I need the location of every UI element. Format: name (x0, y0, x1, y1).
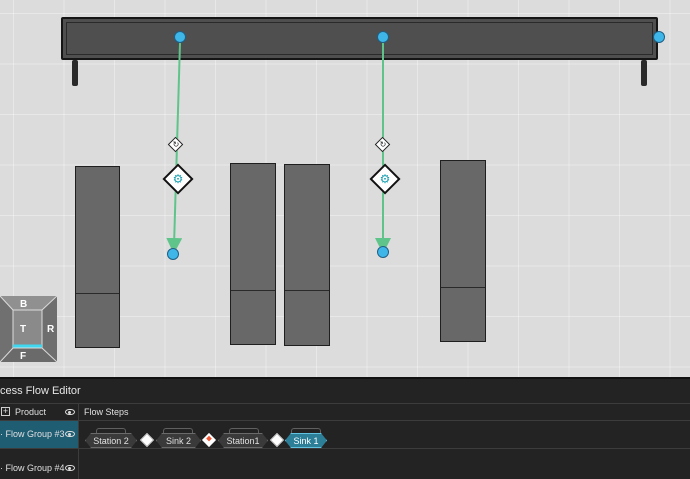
flow-group-row[interactable]: · Flow Group #4 (0, 448, 690, 479)
process-flow-editor: cess Flow Editor + Product Flow Steps · … (0, 377, 690, 479)
station-block[interactable] (230, 163, 276, 345)
chip-tab (291, 428, 321, 433)
flow-step-glyph: ↻ (379, 140, 387, 149)
flow-steps-label: Flow Steps (84, 407, 129, 417)
navcube-center-label: T (20, 324, 27, 335)
flow-end-node-2[interactable] (377, 246, 389, 258)
station-block[interactable] (440, 160, 486, 342)
flow-group-label: · Flow Group #3 (0, 429, 65, 439)
navcube-right-label: R (47, 324, 55, 335)
flow-group-row[interactable]: · Flow Group #3 Station 2 Sink 2 Station… (0, 420, 690, 448)
editor-title: cess Flow Editor (0, 385, 81, 397)
step-chip-station-2[interactable]: Station 2 (85, 433, 137, 448)
expand-icon[interactable]: + (1, 407, 10, 416)
product-label: Product (15, 407, 47, 417)
navigation-cube[interactable]: B T R F (0, 296, 57, 362)
navcube-bottom-label: F (20, 351, 27, 362)
chip-tab (229, 428, 259, 433)
step-chip-station1[interactable]: Station1 (218, 433, 268, 448)
station-block[interactable] (75, 166, 120, 348)
robot-arm-glyph: ⚙ (172, 172, 184, 186)
step-chip-sink-1[interactable]: Sink 1 (285, 433, 327, 448)
station-block[interactable] (284, 164, 330, 346)
robot-arm-glyph: ⚙ (379, 172, 391, 186)
step-chip-sink-2[interactable]: Sink 2 (156, 433, 201, 448)
eye-icon[interactable] (65, 465, 75, 471)
chip-tab (96, 428, 126, 433)
flow-step-glyph: ↻ (172, 140, 180, 149)
flow-end-node-1[interactable] (167, 248, 179, 260)
product-header: + Product (0, 404, 79, 420)
transfer-icon[interactable] (269, 432, 285, 448)
flow-group-cell-selected[interactable]: · Flow Group #3 (0, 421, 79, 448)
process-icon[interactable] (201, 432, 217, 448)
eye-icon[interactable] (65, 409, 75, 415)
flow-group-label: · Flow Group #4 (0, 463, 65, 473)
editor-header-row: + Product Flow Steps (0, 403, 690, 420)
chip-tab (163, 428, 193, 433)
transfer-icon[interactable] (139, 432, 155, 448)
navcube-top-label: B (20, 299, 28, 310)
3d-viewport[interactable]: ↻ ↻ ⚙ ⚙ B T R F (0, 0, 690, 377)
flow-group-cell[interactable]: · Flow Group #4 (0, 449, 79, 479)
eye-icon[interactable] (65, 431, 75, 437)
